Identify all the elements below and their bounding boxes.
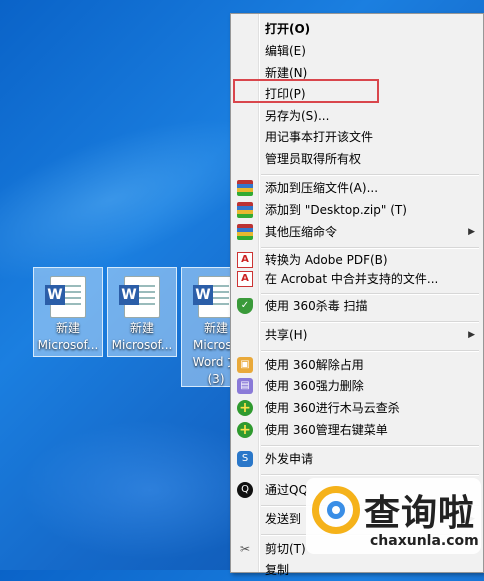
menu-item-share[interactable]: 共享(H) ▶ [231,324,483,346]
submenu-arrow-icon: ▶ [468,330,475,340]
menu-item-edit[interactable]: 编辑(E) [231,40,483,62]
menu-item-label: 编辑(E) [265,44,306,58]
menu-item-label: 通过QQ [265,483,308,497]
menu-separator [261,445,479,447]
menu-item-label: 发送到 [265,512,302,526]
menu-item-label: 添加到 "Desktop.zip" (T) [265,203,407,217]
menu-item-label: 使用 360强力删除 [265,379,364,393]
menu-item-label: 剪切(T) [265,542,306,556]
menu-item-label: 其他压缩命令 [265,225,338,239]
desktop-file-label: 新建 [129,321,154,335]
menu-item-label: 在 Acrobat 中合并支持的文件... [265,272,439,286]
360-plus-icon: + [237,400,253,416]
menu-item-outbound-request[interactable]: S 外发申请 [231,448,483,470]
winrar-icon [237,180,253,196]
print-highlight-box [233,79,379,103]
menu-item-acrobat-merge[interactable]: A 在 Acrobat 中合并支持的文件... [231,268,483,290]
scissors-icon: ✂ [239,542,251,556]
menu-separator [261,474,479,476]
word-document-icon: W [119,276,160,318]
outbound-request-icon: S [237,451,253,467]
menu-item-label: 打开(O) [265,22,311,36]
menu-item-label: 外发申请 [265,452,314,466]
menu-item-label: 用记事本打开该文件 [265,130,374,144]
menu-item-add-to-archive[interactable]: 添加到压缩文件(A)... [231,177,483,199]
menu-item-360-scan[interactable]: ✓ 使用 360杀毒 扫描 [231,295,483,317]
desktop-file-icon[interactable]: W 新建 Microsof... [107,267,177,357]
menu-item-360-cloud-scan[interactable]: + 使用 360进行木马云查杀 [231,397,483,419]
winrar-icon [237,202,253,218]
desktop-file-icon[interactable]: W 新建 Microsof... [33,267,103,357]
menu-item-open-with-notepad[interactable]: 用记事本打开该文件 [231,126,483,148]
360-delete-icon: ▤ [237,378,253,394]
word-document-icon: W [193,276,234,318]
menu-item-take-ownership[interactable]: 管理员取得所有权 [231,148,483,170]
menu-item-copy[interactable]: 复制 [231,559,483,581]
watermark: 查询啦 chaxunla.com [306,478,481,554]
menu-item-open[interactable]: 打开(O) [231,18,483,40]
menu-item-label: 使用 360进行木马云查杀 [265,401,400,415]
winrar-icon [237,224,253,240]
menu-item-label: 管理员取得所有权 [265,152,362,166]
menu-item-label: 共享(H) [265,328,308,342]
qq-icon: Q [237,482,253,498]
360-unlock-icon: ▣ [237,357,253,373]
menu-item-label: 使用 360解除占用 [265,358,364,372]
menu-item-label: 另存为(S)... [265,109,330,123]
menu-item-label: 添加到压缩文件(A)... [265,181,379,195]
word-document-icon: W [45,276,86,318]
desktop-file-label: Microsof... [111,338,173,352]
desktop-file-label: Microsof... [37,338,99,352]
menu-separator [261,321,479,323]
menu-separator [261,350,479,352]
pdf-icon: A [237,252,253,268]
watermark-logo-icon [312,486,360,534]
watermark-url: chaxunla.com [370,533,479,549]
menu-item-add-to-desktop-zip[interactable]: 添加到 "Desktop.zip" (T) [231,199,483,221]
desktop-file-label: 新建 [55,321,80,335]
menu-item-label: 使用 360杀毒 扫描 [265,299,368,313]
menu-item-label: 复制 [265,563,290,577]
menu-item-save-as[interactable]: 另存为(S)... [231,105,483,127]
menu-item-other-compress[interactable]: 其他压缩命令 ▶ [231,221,483,243]
menu-item-360-unlock[interactable]: ▣ 使用 360解除占用 [231,354,483,376]
menu-separator [261,174,479,176]
360-plus-icon: + [237,422,253,438]
pdf-icon: A [237,271,253,287]
menu-item-360-delete[interactable]: ▤ 使用 360强力删除 [231,375,483,397]
360-shield-icon: ✓ [237,298,253,314]
submenu-arrow-icon: ▶ [468,227,475,237]
watermark-brand: 查询啦 [364,493,476,534]
menu-item-360-manage-menu[interactable]: + 使用 360管理右键菜单 [231,419,483,441]
menu-item-label: 使用 360管理右键菜单 [265,423,388,437]
